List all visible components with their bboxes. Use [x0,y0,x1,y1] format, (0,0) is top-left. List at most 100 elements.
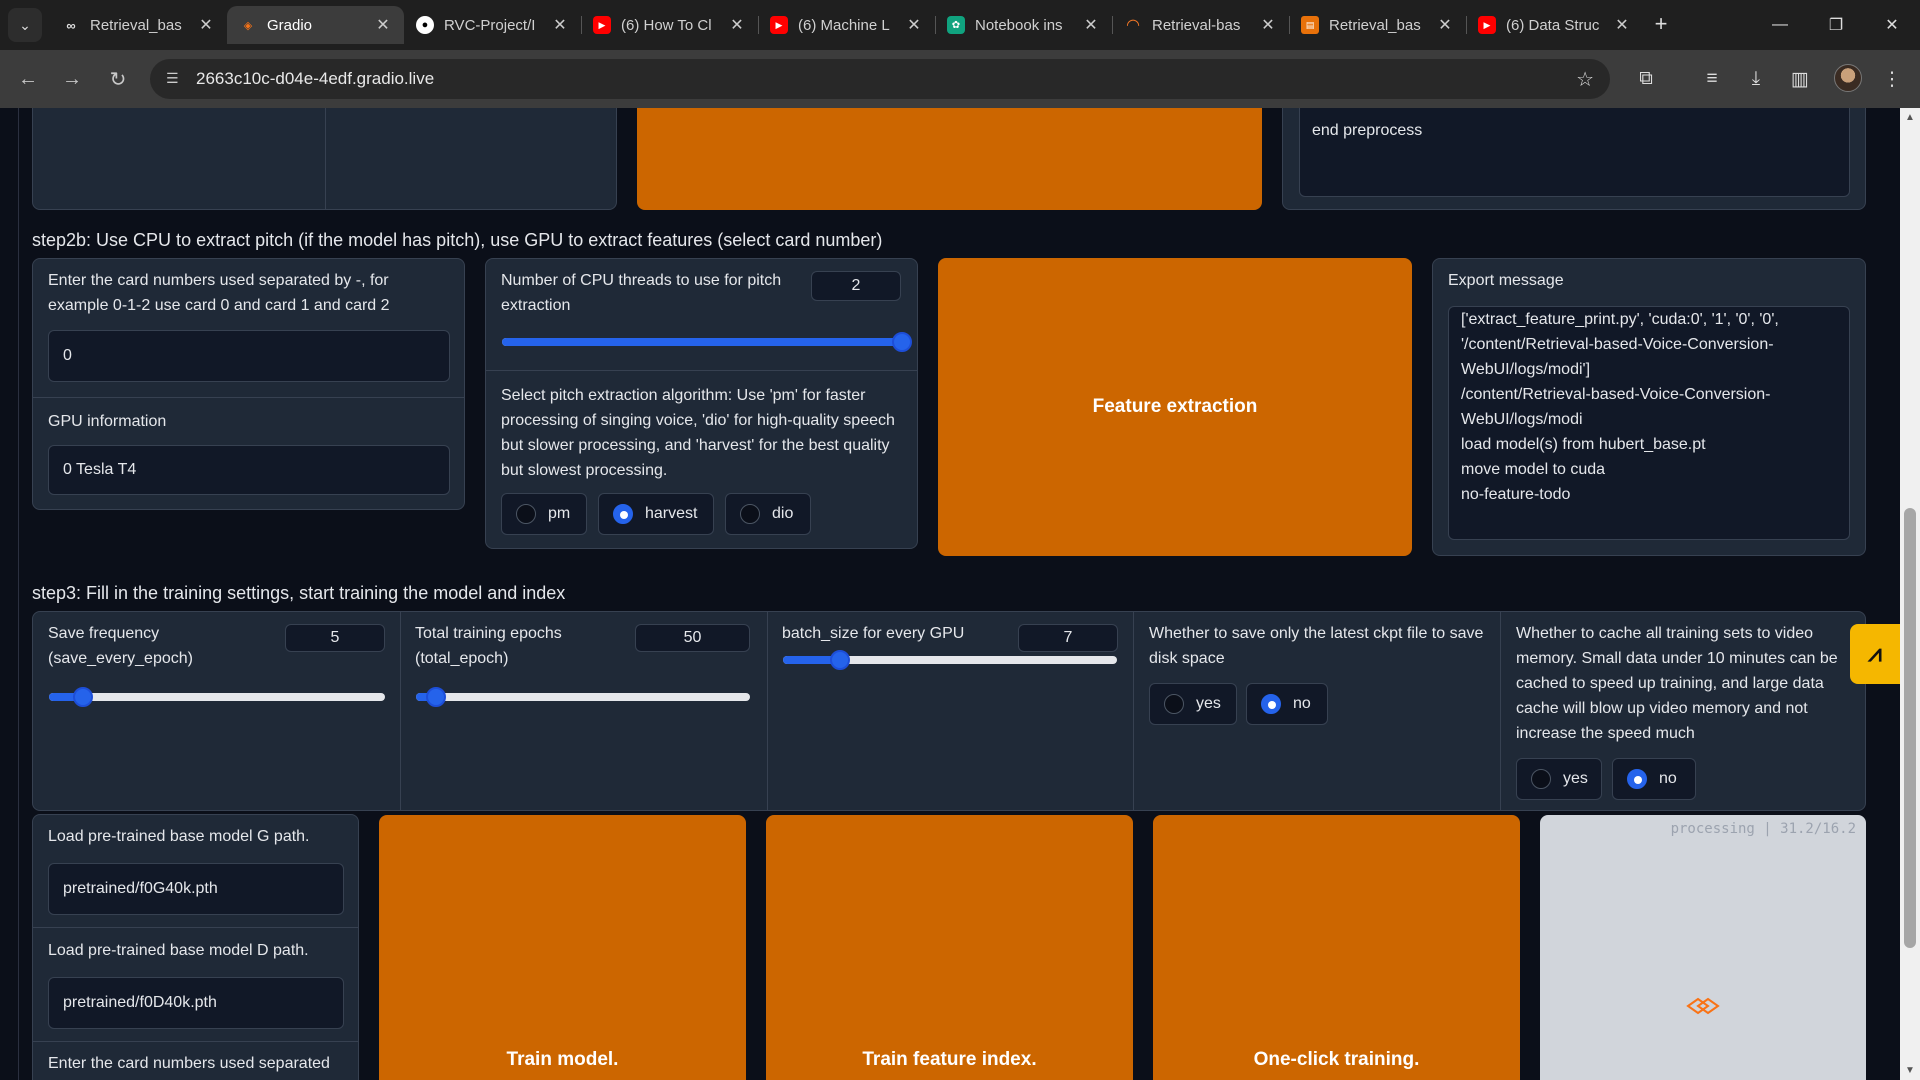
restore-button[interactable]: ❐ [1808,0,1864,50]
reload-icon: ↻ [109,68,127,91]
side-panel-icon: ▥ [1791,68,1809,90]
tab-label: Retrieval_bas [1329,16,1421,34]
tab-search-button[interactable]: ⌄ [8,8,42,42]
slider-knob[interactable] [72,687,93,707]
media-button[interactable]: ≡ [1696,63,1728,95]
chatgpt-icon: ✿ [947,16,965,34]
close-icon[interactable]: ✕ [1259,15,1277,35]
tab-label: RVC-Project/I [444,16,536,34]
cache-no[interactable]: no [1612,758,1696,800]
feature-extraction-button[interactable]: Feature extraction [938,258,1412,556]
scroll-down-icon[interactable]: ▼ [1905,1065,1915,1076]
close-icon[interactable]: ✕ [1436,15,1454,35]
train-feature-index-button[interactable]: Train feature index. [766,815,1133,1080]
back-button[interactable]: ← [12,63,44,95]
tab-label: (6) How To Cl [621,16,712,34]
tab-0[interactable]: ∞ Retrieval_bas ✕ [50,6,227,44]
cpu-threads-label: Number of CPU threads to use for pitch e… [501,272,782,314]
close-icon[interactable]: ✕ [905,15,923,35]
slider-fill [502,338,902,346]
side-panel-button[interactable]: ▥ [1784,63,1816,95]
radio-label: dio [772,505,794,522]
page-scrollbar[interactable]: ▲ ▼ [1900,108,1920,1080]
export-message-box[interactable]: ['extract_feature_print.py', 'cuda:0', '… [1448,306,1850,540]
close-icon[interactable]: ✕ [1082,15,1100,35]
floating-action-button[interactable]: ⩘ [1850,624,1900,684]
downloads-button[interactable]: ⤓ [1740,63,1772,95]
pitch-settings-panel: Number of CPU threads to use for pitch e… [485,258,918,549]
menu-button[interactable]: ⋮ [1876,63,1908,95]
minimize-button[interactable]: — [1752,0,1808,50]
total-epochs-label: Total training epochs (total_epoch) [415,625,562,667]
tab-5[interactable]: ✿ Notebook ins ✕ [935,6,1112,44]
tab-label: Gradio [267,16,313,34]
slider-knob[interactable] [892,332,912,352]
processing-status: processing | 31.2/16.2 [1670,821,1856,837]
gpu-info-field[interactable]: 0 Tesla T4 [48,445,450,495]
one-click-training-button[interactable]: One-click training. [1153,815,1520,1080]
slider-knob[interactable] [426,687,447,707]
close-icon[interactable]: ✕ [197,15,215,35]
pretrained-g-input[interactable]: pretrained/f0G40k.pth [48,863,344,915]
star-icon[interactable]: ☆ [1576,67,1594,92]
divider [33,397,464,398]
total-epochs-slider[interactable] [416,687,750,707]
tab-2[interactable]: ● RVC-Project/I ✕ [404,6,581,44]
card-number-input[interactable]: 0 [48,330,450,382]
batch-size-slider[interactable] [783,650,1117,670]
cache-yes[interactable]: yes [1516,758,1602,800]
minimize-icon: — [1772,16,1788,33]
new-tab-button[interactable]: + [1643,6,1679,42]
radio-dot [1627,769,1647,789]
radio-dio[interactable]: dio [725,493,811,535]
youtube-icon: ▶ [770,16,788,34]
card-number-panel: Enter the card numbers used separated by… [32,258,465,510]
notebook-icon: ▤ [1301,16,1319,34]
save-frequency-slider[interactable] [49,687,385,707]
batch-size-number[interactable]: 7 [1018,624,1118,652]
url-text: 2663c10c-d04e-4edf.gradio.live [196,69,435,88]
avatar[interactable] [1834,64,1862,92]
preprocess-output-panel: end preprocess [1282,108,1866,210]
close-icon[interactable]: ✕ [551,15,569,35]
cpu-threads-slider[interactable] [502,332,912,352]
reload-button[interactable]: ↻ [102,63,134,95]
tab-4[interactable]: ▶ (6) Machine L ✕ [758,6,935,44]
save-latest-yes[interactable]: yes [1149,683,1237,725]
pretrained-d-input[interactable]: pretrained/f0D40k.pth [48,977,344,1029]
scrollbar-thumb[interactable] [1904,508,1916,948]
arrow-left-icon: ← [18,67,38,90]
close-icon[interactable]: ✕ [1613,15,1631,35]
extensions-button[interactable]: ⧉ [1630,63,1662,95]
total-epochs-number[interactable]: 50 [635,624,750,652]
preprocess-output-box: end preprocess [1299,108,1850,197]
close-icon[interactable]: ✕ [374,15,392,35]
forward-button[interactable]: → [56,63,88,95]
pretrained-paths-panel: Load pre-trained base model G path. pret… [32,814,359,1080]
close-icon[interactable]: ✕ [728,15,746,35]
tab-3[interactable]: ▶ (6) How To Cl ✕ [581,6,758,44]
tab-8[interactable]: ▶ (6) Data Struc ✕ [1466,6,1643,44]
tab-7[interactable]: ▤ Retrieval_bas ✕ [1289,6,1466,44]
tab-6[interactable]: ◠ Retrieval-bas ✕ [1112,6,1289,44]
radio-pm[interactable]: pm [501,493,587,535]
process-data-button[interactable] [637,108,1262,210]
tab-label: (6) Data Struc [1506,16,1600,34]
divider [400,612,401,810]
tab-label: Notebook ins [975,16,1063,34]
cpu-threads-number[interactable]: 2 [811,271,901,301]
radio-harvest[interactable]: harvest [598,493,714,535]
gradio-icon: ◈ [243,19,253,32]
train-model-button[interactable]: Train model. [379,815,746,1080]
site-info-icon[interactable]: ☰ [166,70,184,88]
download-icon: ⤓ [1751,68,1761,89]
save-latest-no[interactable]: no [1246,683,1328,725]
pretrained-d-label: Load pre-trained base model D path. [48,942,309,959]
address-bar[interactable]: ☰ 2663c10c-d04e-4edf.gradio.live ☆ [150,59,1610,99]
close-window-button[interactable]: ✕ [1864,0,1920,50]
scroll-up-icon[interactable]: ▲ [1905,112,1915,123]
tab-1[interactable]: ◈ Gradio ✕ [227,6,404,44]
save-frequency-number[interactable]: 5 [285,624,385,652]
radio-label: yes [1196,695,1221,712]
slider-knob[interactable] [829,650,850,670]
